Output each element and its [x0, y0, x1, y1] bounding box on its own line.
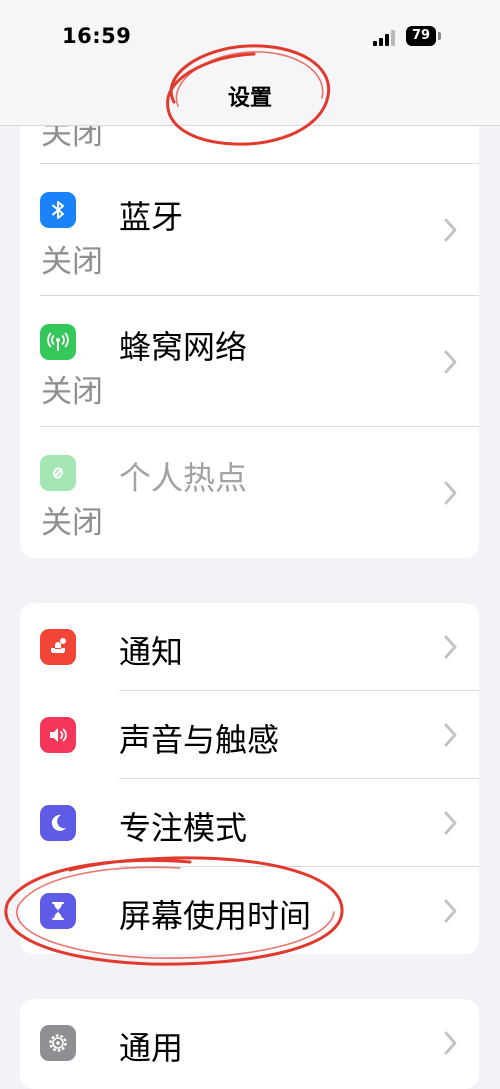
chevron-right-icon	[444, 218, 457, 242]
bluetooth-icon	[40, 192, 76, 228]
sounds-row[interactable]: 声音与触感	[20, 691, 479, 779]
status-time: 16:59	[62, 24, 132, 48]
moon-icon	[40, 805, 76, 841]
general-group: 通用	[20, 999, 479, 1089]
battery-icon: 79	[406, 26, 436, 46]
chevron-right-icon	[444, 1031, 457, 1055]
gear-icon	[40, 1025, 76, 1061]
cellular-icon	[40, 324, 76, 360]
general-row[interactable]: 通用	[20, 999, 479, 1089]
cellular-label: 蜂窝网络	[119, 328, 248, 366]
battery-tip	[438, 32, 441, 40]
speaker-icon	[40, 717, 76, 753]
screen-time-label: 屏幕使用时间	[119, 897, 312, 935]
screen-time-row[interactable]: 屏幕使用时间	[20, 867, 479, 954]
chevron-right-icon	[444, 481, 457, 505]
chevron-right-icon	[444, 899, 457, 923]
chevron-right-icon	[444, 723, 457, 747]
hourglass-icon	[40, 893, 76, 929]
connectivity-group: 关闭 蓝牙 关闭 蜂窝网络 关闭 个人热点 关闭	[20, 60, 479, 558]
focus-row[interactable]: 专注模式	[20, 779, 479, 867]
bluetooth-status: 关闭	[41, 244, 103, 280]
bluetooth-row[interactable]: 蓝牙 关闭	[20, 164, 479, 296]
focus-label: 专注模式	[119, 809, 248, 847]
hotspot-status: 关闭	[41, 505, 103, 541]
nav-bar: 设置	[0, 70, 500, 126]
hotspot-row[interactable]: 个人热点 关闭	[20, 427, 479, 558]
cellular-status: 关闭	[41, 374, 103, 410]
notifications-group: 通知 声音与触感 专注模式 屏幕使用时间	[20, 603, 479, 954]
bluetooth-label: 蓝牙	[119, 198, 184, 236]
sounds-label: 声音与触感	[119, 721, 280, 759]
signal-icon	[373, 30, 397, 46]
hotspot-icon	[40, 455, 76, 491]
chevron-right-icon	[444, 350, 457, 374]
notifications-row[interactable]: 通知	[20, 603, 479, 691]
chevron-right-icon	[444, 635, 457, 659]
notification-icon	[40, 629, 76, 665]
cellular-row[interactable]: 蜂窝网络 关闭	[20, 296, 479, 427]
general-label: 通用	[119, 1029, 184, 1067]
page-title: 设置	[227, 86, 272, 111]
chevron-right-icon	[444, 811, 457, 835]
notifications-label: 通知	[119, 633, 184, 671]
status-bar: 16:59 79	[0, 0, 500, 70]
hotspot-label: 个人热点	[119, 459, 248, 497]
